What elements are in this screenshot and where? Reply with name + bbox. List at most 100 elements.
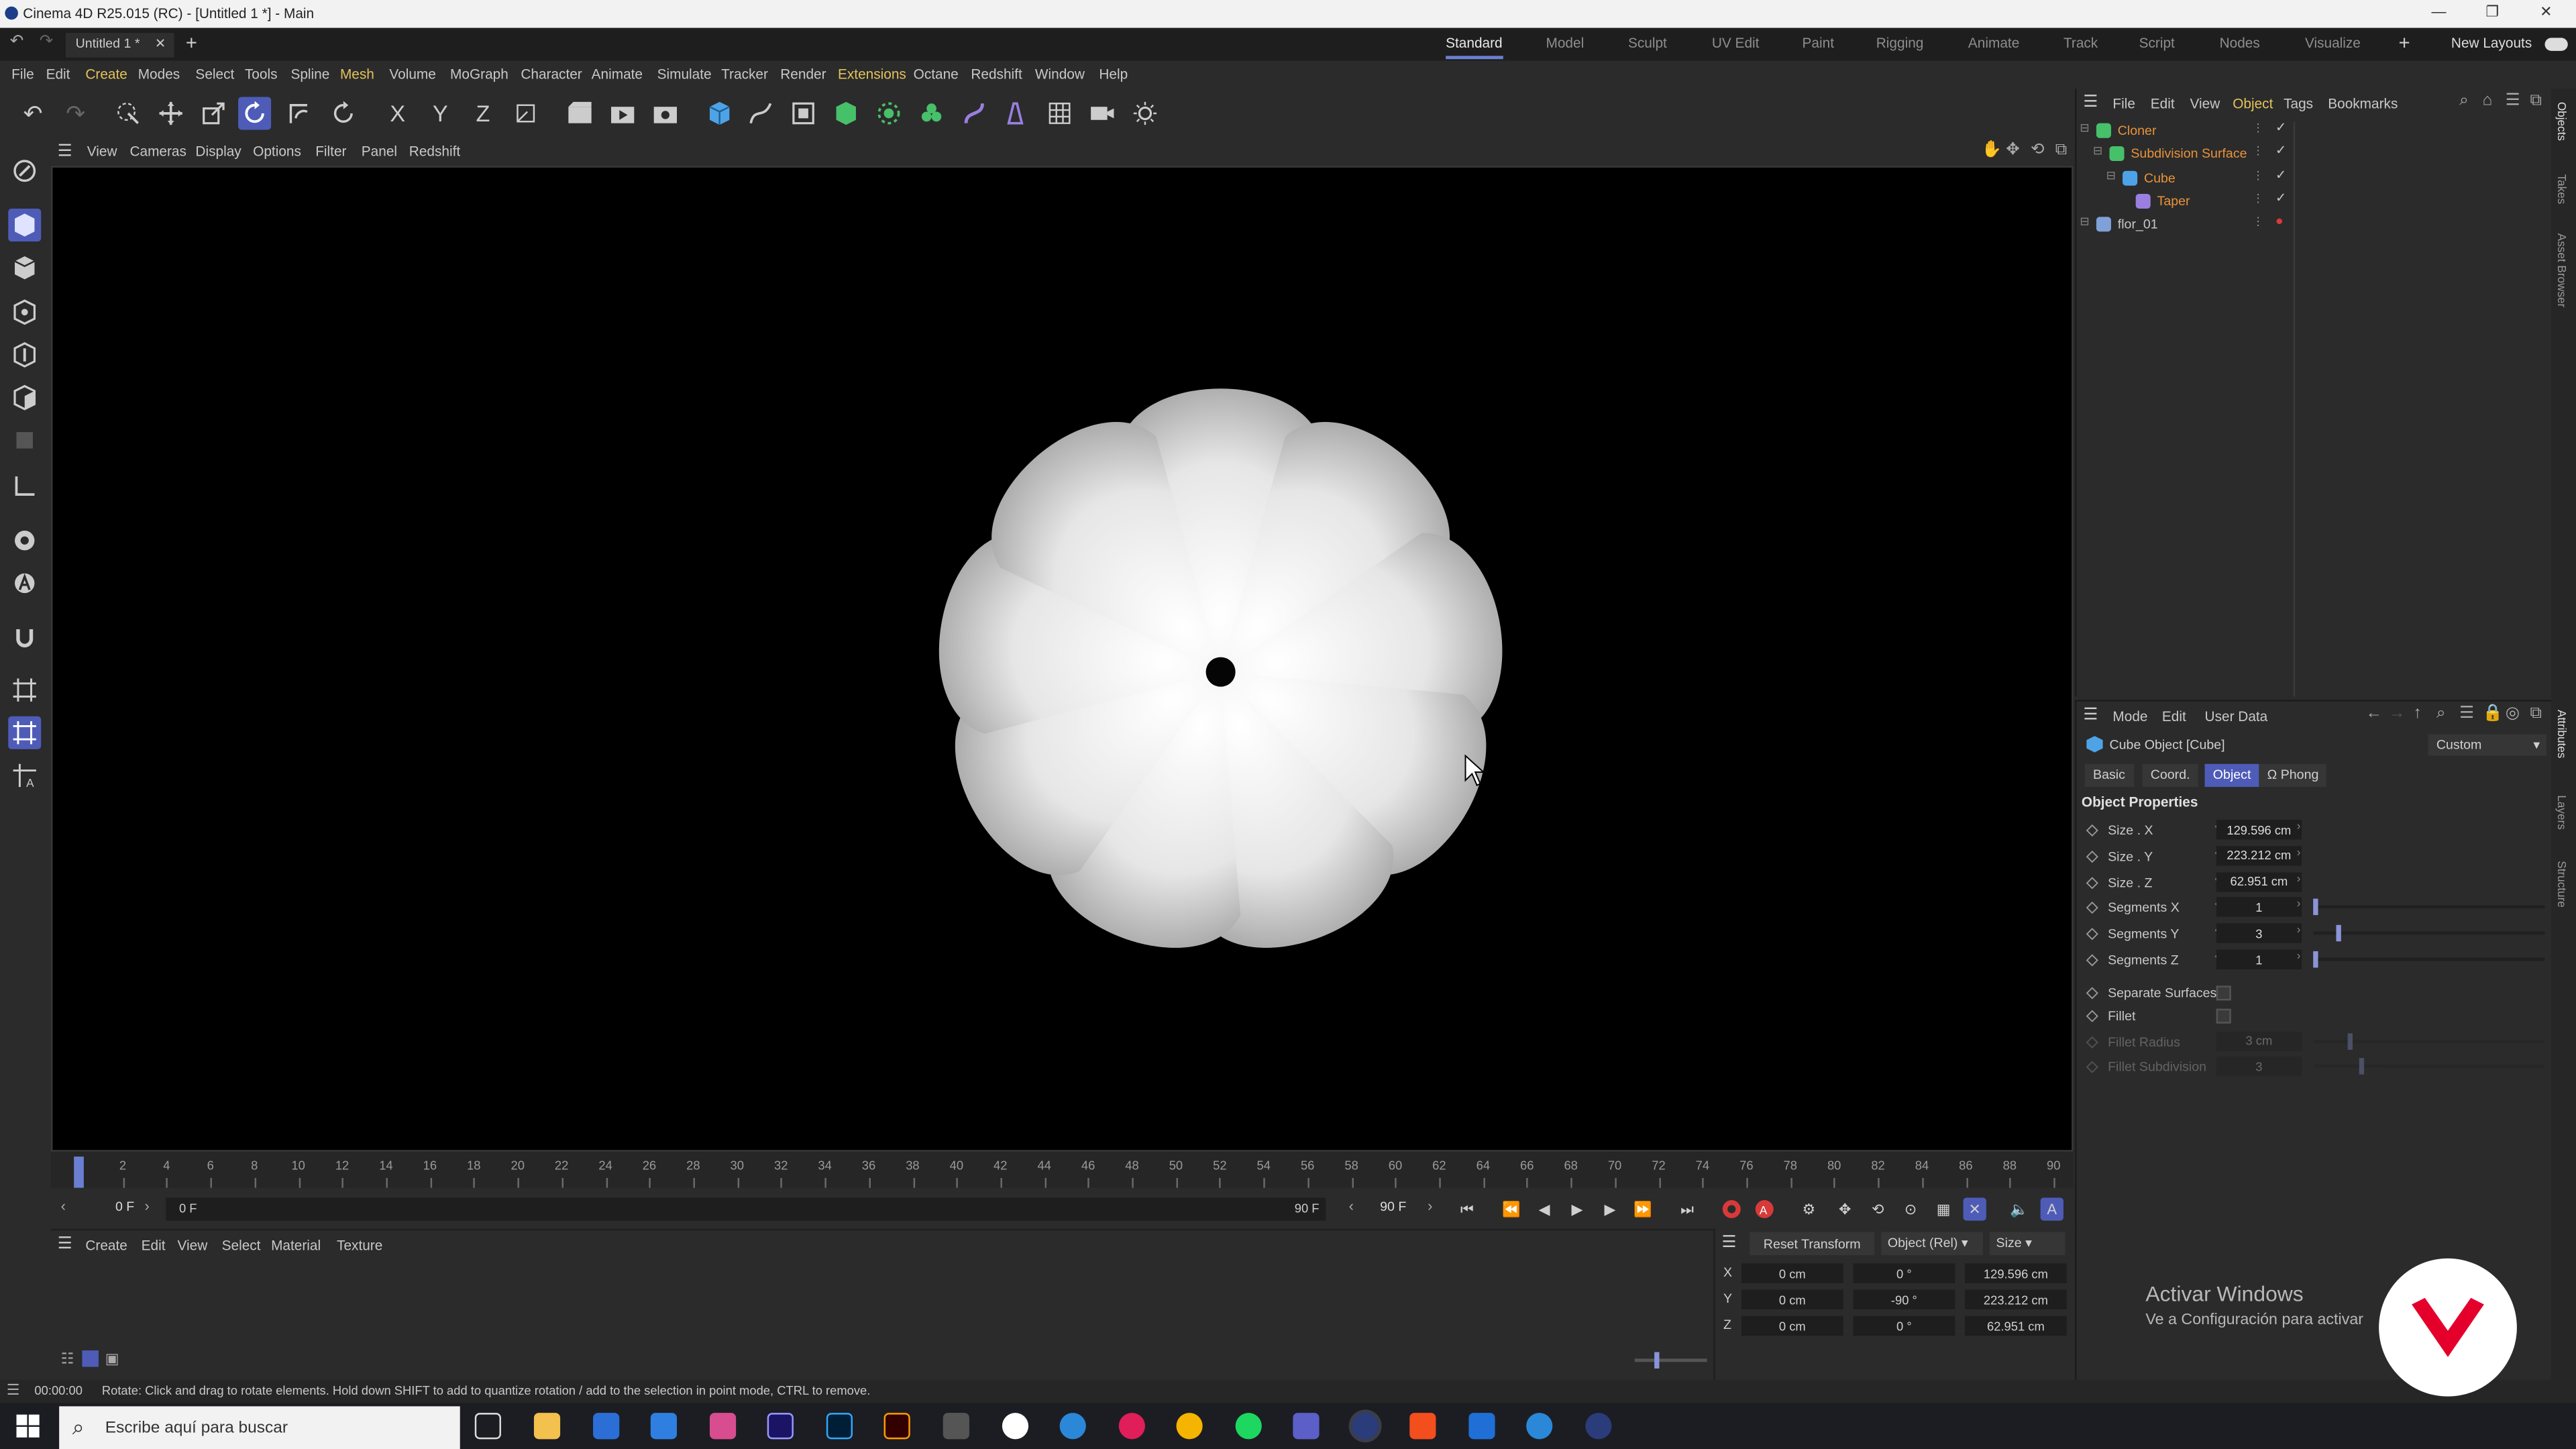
property-value-field[interactable]: 1	[2216, 949, 2302, 969]
right-tab-attributes[interactable]: Attributes	[2555, 710, 2566, 758]
menu-octane[interactable]: Octane	[914, 66, 959, 82]
viewport-menu-display[interactable]: Display	[195, 143, 241, 159]
property-value-field[interactable]: 1	[2216, 898, 2302, 918]
word-app-icon[interactable]	[1002, 1413, 1029, 1440]
interpolation-icon[interactable]: A	[2040, 1197, 2063, 1221]
viewport-menu-options[interactable]: Options	[253, 143, 301, 159]
task-view-icon[interactable]	[474, 1413, 501, 1440]
teams-icon[interactable]	[1293, 1413, 1320, 1440]
texture-mode-icon[interactable]	[8, 252, 41, 284]
enabled-check-icon[interactable]: ✓	[2275, 167, 2286, 182]
layout-tab-sculpt[interactable]: Sculpt	[1628, 34, 1667, 50]
redo-icon[interactable]: ↷	[59, 97, 92, 129]
object-row[interactable]: ⊟ Cube ⋮ ✓	[2077, 167, 2553, 190]
minimize-icon[interactable]: —	[2432, 3, 2447, 19]
close-icon[interactable]: ✕	[2540, 3, 2552, 21]
edges-mode-icon[interactable]	[8, 338, 41, 371]
key-rotation-icon[interactable]: ⟲	[1866, 1197, 1889, 1220]
3d-viewport[interactable]	[50, 166, 2074, 1152]
coord-size-field[interactable]: 62.951 cm	[1965, 1316, 2067, 1336]
menu-character[interactable]: Character	[521, 66, 582, 82]
tweak-mode-icon[interactable]	[8, 567, 41, 600]
timeline-ruler[interactable]: 0246810121416182022242628303234363840424…	[50, 1151, 2074, 1188]
layout-tab-nodes[interactable]: Nodes	[2220, 34, 2260, 50]
previous-frame-icon[interactable]: ◀	[1533, 1197, 1556, 1220]
objects-menu-edit[interactable]: Edit	[2151, 95, 2175, 111]
blogger-app-icon[interactable]	[1468, 1413, 1495, 1440]
next-key-icon[interactable]: ⏩	[1631, 1197, 1654, 1220]
material-hamburger-icon[interactable]: ☰	[58, 1236, 72, 1254]
increment-icon[interactable]: ›	[2297, 925, 2301, 936]
keyframe-diamond-icon[interactable]	[2086, 954, 2098, 967]
key-position-icon[interactable]: ✥	[1833, 1197, 1856, 1220]
coord-rot-field[interactable]: 0 °	[1853, 1263, 1955, 1283]
attr-tab-coord[interactable]: Coord.	[2142, 763, 2198, 788]
right-tab-layers[interactable]: Layers	[2555, 795, 2566, 829]
undo-history-icon[interactable]: ↶	[10, 33, 24, 51]
layout-tab-standard[interactable]: Standard	[1446, 34, 1503, 60]
locked-workplane-icon[interactable]	[8, 716, 42, 749]
increment-icon[interactable]: ›	[2297, 900, 2301, 911]
slack-icon[interactable]	[1118, 1413, 1145, 1440]
redo-history-icon[interactable]: ↷	[40, 33, 54, 51]
viewport-menu-cameras[interactable]: Cameras	[129, 143, 186, 159]
illustrator-icon[interactable]	[883, 1413, 910, 1440]
enabled-check-icon[interactable]: ✓	[2275, 120, 2286, 135]
coord-size-field[interactable]: 129.596 cm	[1965, 1263, 2067, 1283]
preview-range-slider[interactable]: 0 F 90 F	[166, 1197, 1326, 1221]
model-mode-icon[interactable]	[8, 209, 42, 242]
coord-pos-field[interactable]: 0 cm	[1741, 1263, 1843, 1283]
viewport-menu-filter[interactable]: Filter	[315, 143, 346, 159]
creative-cloud-icon[interactable]	[709, 1413, 737, 1440]
expand-toggle-icon[interactable]: ⊟	[2093, 145, 2102, 158]
material-menu-create[interactable]: Create	[85, 1237, 127, 1253]
key-parameter-icon[interactable]: ▦	[1932, 1197, 1955, 1220]
status-menu-icon[interactable]: ☰	[7, 1382, 20, 1400]
windows-start-icon[interactable]	[16, 1414, 40, 1441]
enabled-check-icon[interactable]: ✓	[2275, 144, 2286, 158]
object-name[interactable]: Subdivision Surface	[2131, 147, 2247, 162]
viewport-move-icon[interactable]: ✥	[2006, 142, 2020, 160]
coord-rot-field[interactable]: 0 °	[1853, 1316, 1955, 1336]
object-row[interactable]: Taper ⋮ ✓	[2077, 191, 2553, 213]
object-name[interactable]: flor_01	[2118, 217, 2158, 232]
uv-mode-icon[interactable]	[8, 424, 41, 457]
objects-menu-file[interactable]: File	[2112, 95, 2135, 111]
layout-tab-animate[interactable]: Animate	[1968, 34, 2019, 50]
previous-key-icon[interactable]: ⏪	[1500, 1197, 1523, 1220]
layout-lock-toggle-icon[interactable]	[2544, 38, 2568, 51]
live-selection-icon[interactable]	[112, 97, 145, 129]
solo-mode-icon[interactable]	[8, 524, 41, 557]
render-to-picture-viewer-icon[interactable]	[606, 97, 639, 129]
recent-tool-icon[interactable]	[327, 97, 360, 129]
menu-help[interactable]: Help	[1099, 66, 1128, 82]
objects-menu-view[interactable]: View	[2190, 95, 2220, 111]
object-row[interactable]: ⊟ flor_01 ⋮ ●	[2077, 214, 2553, 237]
menu-file[interactable]: File	[11, 66, 34, 82]
transform-tool-icon[interactable]	[282, 97, 315, 129]
attributes-preset-select[interactable]: Custom ▾	[2428, 734, 2546, 756]
camera-icon[interactable]	[1086, 97, 1119, 129]
go-to-end-icon[interactable]: ⏭	[1676, 1197, 1699, 1220]
disabled-dot-icon[interactable]: ●	[2275, 214, 2284, 229]
after-effects-icon[interactable]	[767, 1413, 794, 1440]
large-icons-view-icon[interactable]: ▣	[105, 1350, 119, 1368]
attributes-hamburger-icon[interactable]: ☰	[2083, 706, 2098, 724]
chrome-icon[interactable]	[1176, 1413, 1203, 1440]
menu-mograph[interactable]: MoGraph	[450, 66, 508, 82]
end-field-left-arrow-icon[interactable]: ‹	[1349, 1197, 1354, 1214]
material-menu-edit[interactable]: Edit	[142, 1237, 166, 1253]
objects-menu-bookmarks[interactable]: Bookmarks	[2328, 95, 2398, 111]
objects-menu-tags[interactable]: Tags	[2284, 95, 2313, 111]
object-row[interactable]: ⊟ Cloner ⋮ ✓	[2077, 120, 2553, 143]
layout-tab-visualize[interactable]: Visualize	[2305, 34, 2361, 50]
menu-tools[interactable]: Tools	[245, 66, 278, 82]
property-slider[interactable]	[2313, 899, 2545, 916]
object-name[interactable]: Cloner	[2118, 123, 2157, 138]
increment-icon[interactable]: ›	[2297, 951, 2301, 963]
attributes-menu-mode[interactable]: Mode	[2112, 708, 2147, 724]
light-icon[interactable]	[1128, 97, 1161, 129]
keyframe-diamond-icon[interactable]	[2086, 902, 2098, 915]
end-frame-field[interactable]: 90 F	[1364, 1199, 1423, 1214]
menu-create[interactable]: Create	[85, 66, 127, 82]
